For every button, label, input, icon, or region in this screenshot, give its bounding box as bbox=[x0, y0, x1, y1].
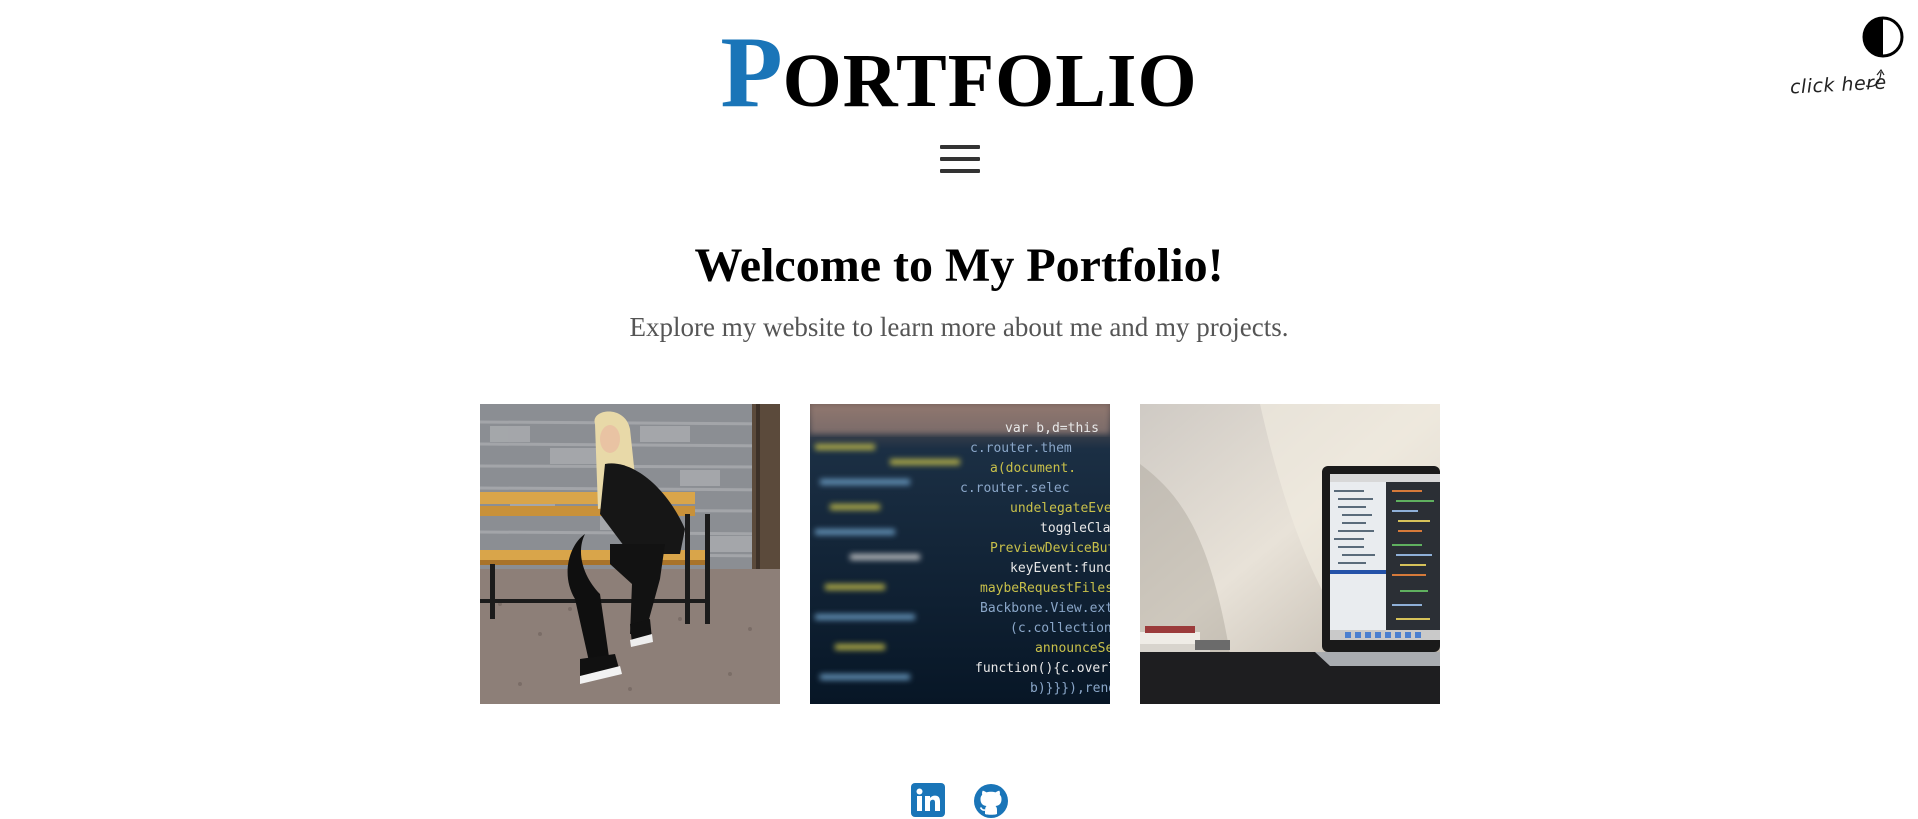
svg-text:maybeRequestFiles: maybeRequestFiles bbox=[980, 581, 1110, 596]
menu-bar-middle bbox=[940, 157, 980, 161]
svg-text:b)}}}),render: b)}}}),render bbox=[1030, 681, 1110, 696]
hero-subtitle: Explore my website to learn more about m… bbox=[629, 312, 1289, 342]
curved-arrow-icon bbox=[1865, 68, 1885, 88]
gallery-image-code-screen[interactable]: var b,d=this c.router.them a(document. c… bbox=[810, 404, 1110, 704]
svg-text:toggleCla: toggleCla bbox=[1040, 521, 1110, 536]
theme-toggle-button[interactable] bbox=[1862, 16, 1904, 58]
logo-rest: ORTFOLIO bbox=[782, 39, 1198, 123]
gallery-image-laptop-desk[interactable] bbox=[1140, 404, 1440, 704]
svg-text:PreviewDeviceButt: PreviewDeviceButt bbox=[990, 541, 1110, 556]
svg-text:function(){c.overla: function(){c.overla bbox=[975, 661, 1110, 676]
svg-text:undelegateEven: undelegateEven bbox=[1010, 501, 1110, 516]
social-links bbox=[911, 783, 1011, 819]
hero-title: Welcome to My Portfolio! bbox=[694, 239, 1224, 292]
github-link[interactable] bbox=[973, 783, 1009, 819]
github-icon bbox=[974, 784, 1008, 818]
menu-bar-top bbox=[940, 145, 980, 149]
svg-text:a(document.: a(document. bbox=[990, 461, 1076, 476]
svg-text:c.router.them: c.router.them bbox=[970, 441, 1072, 456]
linkedin-icon bbox=[911, 783, 945, 817]
logo-first-letter: P bbox=[720, 16, 783, 129]
site-logo[interactable]: PORTFOLIO bbox=[0, 22, 1918, 124]
menu-bar-bottom bbox=[940, 169, 980, 173]
svg-text:c.router.selec: c.router.selec bbox=[960, 481, 1070, 496]
half-circle-contrast-icon bbox=[1862, 16, 1904, 58]
svg-text:announceSea: announceSea bbox=[1035, 641, 1110, 656]
image-gallery: var b,d=this c.router.them a(document. c… bbox=[480, 404, 1440, 704]
linkedin-link[interactable] bbox=[911, 783, 947, 819]
gallery-image-woman-bench[interactable] bbox=[480, 404, 780, 704]
svg-text:keyEvent:function: keyEvent:function bbox=[1010, 561, 1110, 576]
theme-toggle-hint: click here bbox=[1788, 68, 1898, 100]
page: PORTFOLIO click here Welcome to My Portf… bbox=[0, 0, 1918, 819]
hamburger-menu-icon[interactable] bbox=[940, 145, 980, 175]
svg-text:Backbone.View.exten: Backbone.View.exten bbox=[980, 601, 1110, 616]
svg-text:(c.collection.: (c.collection. bbox=[1010, 621, 1110, 636]
svg-text:var b,d=this: var b,d=this bbox=[1005, 421, 1099, 436]
